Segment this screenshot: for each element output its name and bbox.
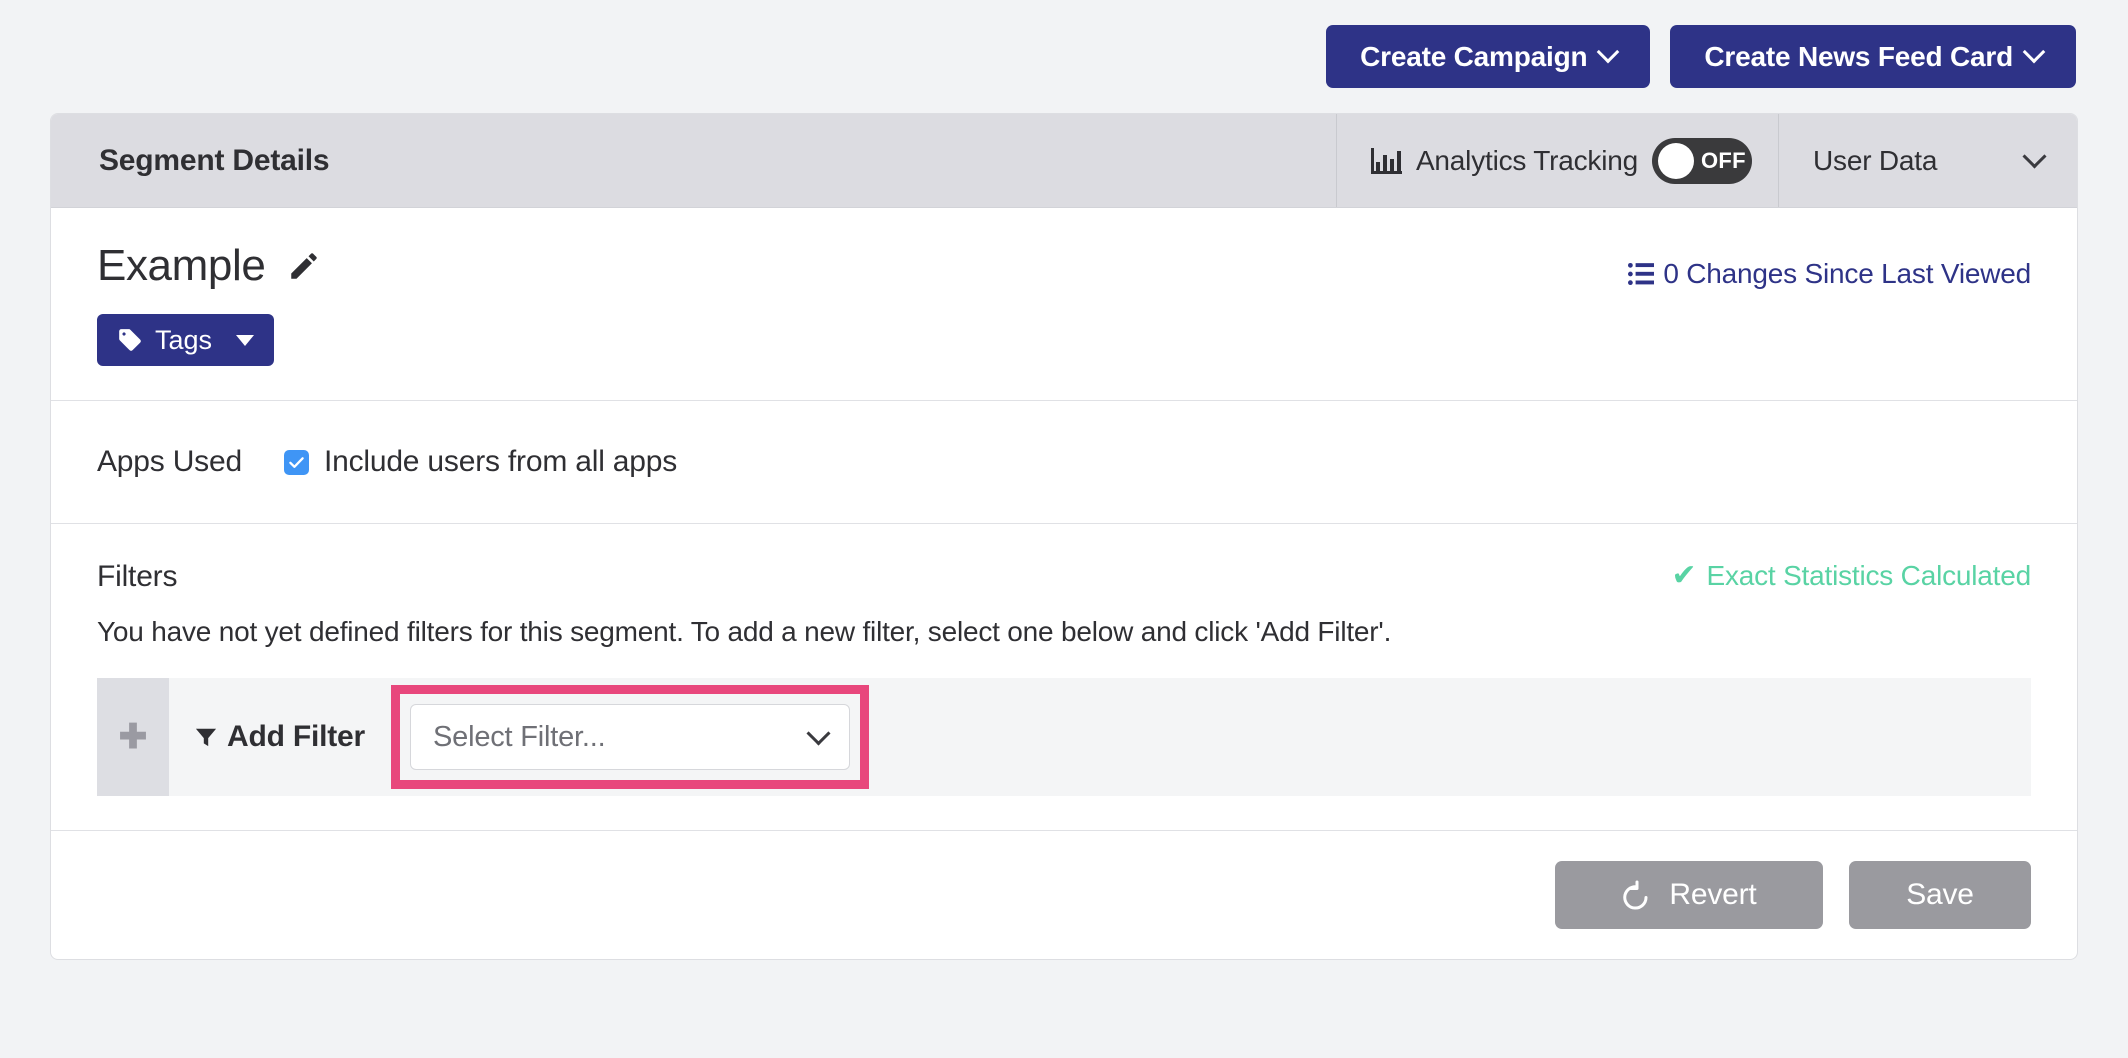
user-data-dropdown[interactable]: User Data <box>1778 114 2077 207</box>
filters-title: Filters <box>97 560 177 594</box>
create-campaign-button[interactable]: Create Campaign <box>1326 25 1650 88</box>
add-filter-plus-button[interactable]: ✚ <box>97 678 169 796</box>
select-filter-placeholder: Select Filter... <box>433 721 605 754</box>
analytics-tracking-label: Analytics Tracking <box>1416 145 1638 177</box>
filters-description: You have not yet defined filters for thi… <box>97 616 2031 648</box>
select-filter-dropdown[interactable]: Select Filter... <box>410 704 850 770</box>
add-filter-label: Add Filter <box>227 720 365 754</box>
check-icon: ✔ <box>1672 561 1697 591</box>
tags-button[interactable]: Tags <box>97 314 274 366</box>
create-campaign-label: Create Campaign <box>1360 41 1587 73</box>
status-badge-label: Exact Statistics Calculated <box>1706 560 2031 592</box>
add-filter-button[interactable]: Add Filter <box>169 678 391 796</box>
revert-label: Revert <box>1669 878 1756 912</box>
undo-icon <box>1621 880 1651 910</box>
plus-icon: ✚ <box>119 720 148 754</box>
select-filter-highlight: Select Filter... <box>391 685 869 789</box>
chevron-down-icon <box>2022 144 2046 168</box>
revert-button[interactable]: Revert <box>1555 861 1823 929</box>
chevron-down-icon <box>806 721 830 745</box>
status-badge: ✔ Exact Statistics Calculated <box>1672 560 2031 592</box>
chevron-down-icon <box>1597 40 1620 63</box>
user-data-label: User Data <box>1813 145 1937 177</box>
tag-icon <box>117 327 143 353</box>
save-label: Save <box>1906 878 1974 912</box>
apps-used-section: Apps Used Include users from all apps <box>51 401 2077 523</box>
tags-button-label: Tags <box>155 325 212 356</box>
segment-name: Example <box>97 244 265 288</box>
segment-identity-section: Example Tags <box>51 208 2077 400</box>
analytics-tracking-toggle[interactable]: OFF <box>1652 138 1752 184</box>
segment-details-card: Segment Details Analytics Tracking OFF U… <box>50 113 2078 960</box>
changes-since-last-viewed-link[interactable]: 0 Changes Since Last Viewed <box>1628 258 2031 290</box>
card-footer: Revert Save <box>51 831 2077 959</box>
toggle-state-label: OFF <box>1701 148 1746 174</box>
top-action-bar: Create Campaign Create News Feed Card <box>0 0 2128 113</box>
add-filter-row: ✚ Add Filter Select Filter... <box>97 678 2031 796</box>
include-all-apps-checkbox[interactable] <box>284 450 309 475</box>
include-all-apps-row[interactable]: Include users from all apps <box>284 445 677 479</box>
pencil-icon[interactable] <box>287 249 321 283</box>
chevron-down-icon <box>2023 40 2046 63</box>
toggle-knob <box>1658 143 1694 179</box>
filters-section: Filters ✔ Exact Statistics Calculated Yo… <box>51 524 2077 830</box>
card-header: Segment Details Analytics Tracking OFF U… <box>51 114 2077 208</box>
segment-name-row: Example <box>97 244 321 288</box>
apps-used-label: Apps Used <box>97 445 242 479</box>
include-all-apps-label: Include users from all apps <box>324 445 677 479</box>
create-news-feed-card-button[interactable]: Create News Feed Card <box>1670 25 2076 88</box>
list-icon <box>1628 262 1654 286</box>
save-button[interactable]: Save <box>1849 861 2031 929</box>
bar-chart-icon <box>1371 148 1402 174</box>
changes-link-label: 0 Changes Since Last Viewed <box>1663 258 2031 290</box>
caret-down-icon <box>236 335 254 346</box>
analytics-tracking-control[interactable]: Analytics Tracking OFF <box>1336 114 1778 207</box>
funnel-icon <box>195 726 217 748</box>
page-title: Segment Details <box>51 114 1336 207</box>
create-news-feed-card-label: Create News Feed Card <box>1704 41 2013 73</box>
